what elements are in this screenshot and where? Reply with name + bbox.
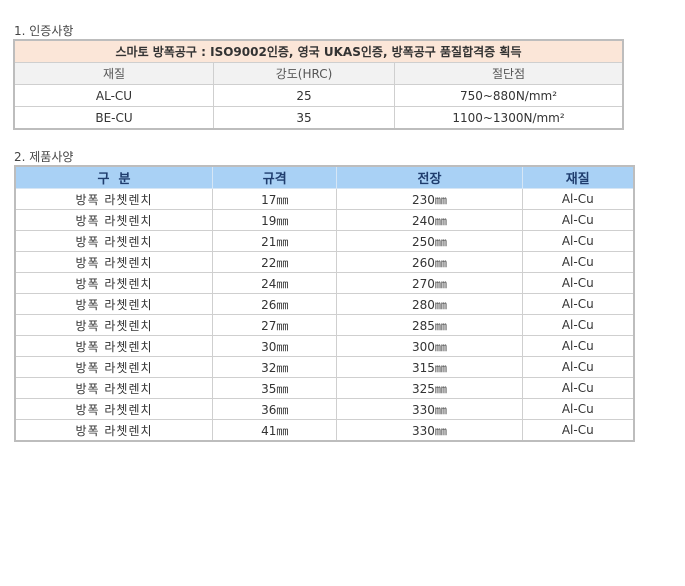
material-cell: Al-Cu <box>521 356 635 378</box>
certification-row: BE-CU 35 1100~1300N/mm² <box>13 106 624 130</box>
spec-row: 방폭 라쳇렌치 41㎜ 330㎜ Al-Cu <box>14 419 635 442</box>
size-cell: 36㎜ <box>212 398 338 420</box>
length-cell: 330㎜ <box>336 398 523 420</box>
size-cell: 27㎜ <box>212 314 338 336</box>
material-cell: Al-Cu <box>521 188 635 210</box>
length-cell: 285㎜ <box>336 314 523 336</box>
product-name-cell: 방폭 라쳇렌치 <box>14 335 214 357</box>
material-cell: Al-Cu <box>521 419 635 442</box>
spec-row: 방폭 라쳇렌치 19㎜ 240㎜ Al-Cu <box>14 209 635 231</box>
length-cell: 230㎜ <box>336 188 523 210</box>
product-name-cell: 방폭 라쳇렌치 <box>14 377 214 399</box>
product-name-cell: 방폭 라쳇렌치 <box>14 314 214 336</box>
length-cell: 325㎜ <box>336 377 523 399</box>
spec-row: 방폭 라쳇렌치 26㎜ 280㎜ Al-Cu <box>14 293 635 315</box>
spec-row: 방폭 라쳇렌치 22㎜ 260㎜ Al-Cu <box>14 251 635 273</box>
certification-section-title: 1. 인증사항 <box>14 24 74 38</box>
product-name-cell: 방폭 라쳇렌치 <box>14 356 214 378</box>
product-name-cell: 방폭 라쳇렌치 <box>14 230 214 252</box>
size-cell: 19㎜ <box>212 209 338 231</box>
product-name-cell: 방폭 라쳇렌치 <box>14 398 214 420</box>
spec-row: 방폭 라쳇렌치 27㎜ 285㎜ Al-Cu <box>14 314 635 336</box>
material-cell: Al-Cu <box>521 230 635 252</box>
cutting-point-cell: 750~880N/mm² <box>394 84 624 107</box>
header-category: 구 분 <box>14 165 214 189</box>
length-cell: 250㎜ <box>336 230 523 252</box>
spec-row: 방폭 라쳇렌치 24㎜ 270㎜ Al-Cu <box>14 272 635 294</box>
size-cell: 30㎜ <box>212 335 338 357</box>
length-cell: 330㎜ <box>336 419 523 442</box>
length-cell: 280㎜ <box>336 293 523 315</box>
length-cell: 240㎜ <box>336 209 523 231</box>
spec-row: 방폭 라쳇렌치 36㎜ 330㎜ Al-Cu <box>14 398 635 420</box>
product-name-cell: 방폭 라쳇렌치 <box>14 209 214 231</box>
header-size: 규격 <box>212 165 338 189</box>
size-cell: 32㎜ <box>212 356 338 378</box>
product-name-cell: 방폭 라쳇렌치 <box>14 419 214 442</box>
certification-row: AL-CU 25 750~880N/mm² <box>13 84 624 107</box>
material-cell: Al-Cu <box>521 272 635 294</box>
spec-row: 방폭 라쳇렌치 35㎜ 325㎜ Al-Cu <box>14 377 635 399</box>
size-cell: 35㎜ <box>212 377 338 399</box>
size-cell: 21㎜ <box>212 230 338 252</box>
hardness-cell: 35 <box>213 106 395 130</box>
length-cell: 270㎜ <box>336 272 523 294</box>
cutting-point-cell: 1100~1300N/mm² <box>394 106 624 130</box>
header-length: 전장 <box>336 165 523 189</box>
material-cell: Al-Cu <box>521 335 635 357</box>
product-name-cell: 방폭 라쳇렌치 <box>14 188 214 210</box>
material-cell: BE-CU <box>13 106 214 130</box>
spec-row: 방폭 라쳇렌치 17㎜ 230㎜ Al-Cu <box>14 188 635 210</box>
material-cell: Al-Cu <box>521 398 635 420</box>
product-name-cell: 방폭 라쳇렌치 <box>14 293 214 315</box>
header-cutting-point: 절단점 <box>394 62 624 85</box>
certification-banner-row: 스마토 방폭공구 : ISO9002인증, 영국 UKAS인증, 방폭공구 품질… <box>13 39 624 63</box>
spec-row: 방폭 라쳇렌치 21㎜ 250㎜ Al-Cu <box>14 230 635 252</box>
spec-table: 구 분 규격 전장 재질 방폭 라쳇렌치 17㎜ 230㎜ Al-Cu 방폭 라쳇렌치 1… <box>14 165 635 442</box>
header-hardness: 강도(HRC) <box>213 62 395 85</box>
spec-section-title: 2. 제품사양 <box>14 150 74 164</box>
material-cell: Al-Cu <box>521 209 635 231</box>
certification-banner: 스마토 방폭공구 : ISO9002인증, 영국 UKAS인증, 방폭공구 품질… <box>13 39 624 63</box>
hardness-cell: 25 <box>213 84 395 107</box>
size-cell: 24㎜ <box>212 272 338 294</box>
length-cell: 315㎜ <box>336 356 523 378</box>
size-cell: 22㎜ <box>212 251 338 273</box>
size-cell: 26㎜ <box>212 293 338 315</box>
material-cell: Al-Cu <box>521 314 635 336</box>
size-cell: 41㎜ <box>212 419 338 442</box>
certification-header-row: 재질 강도(HRC) 절단점 <box>13 62 624 85</box>
material-cell: AL-CU <box>13 84 214 107</box>
size-cell: 17㎜ <box>212 188 338 210</box>
header-material: 재질 <box>13 62 214 85</box>
material-cell: Al-Cu <box>521 251 635 273</box>
product-name-cell: 방폭 라쳇렌치 <box>14 251 214 273</box>
length-cell: 300㎜ <box>336 335 523 357</box>
material-cell: Al-Cu <box>521 377 635 399</box>
certification-table: 스마토 방폭공구 : ISO9002인증, 영국 UKAS인증, 방폭공구 품질… <box>13 39 624 130</box>
spec-row: 방폭 라쳇렌치 30㎜ 300㎜ Al-Cu <box>14 335 635 357</box>
product-name-cell: 방폭 라쳇렌치 <box>14 272 214 294</box>
material-cell: Al-Cu <box>521 293 635 315</box>
spec-header-row: 구 분 규격 전장 재질 <box>14 165 635 189</box>
length-cell: 260㎜ <box>336 251 523 273</box>
spec-row: 방폭 라쳇렌치 32㎜ 315㎜ Al-Cu <box>14 356 635 378</box>
header-material: 재질 <box>521 165 635 189</box>
